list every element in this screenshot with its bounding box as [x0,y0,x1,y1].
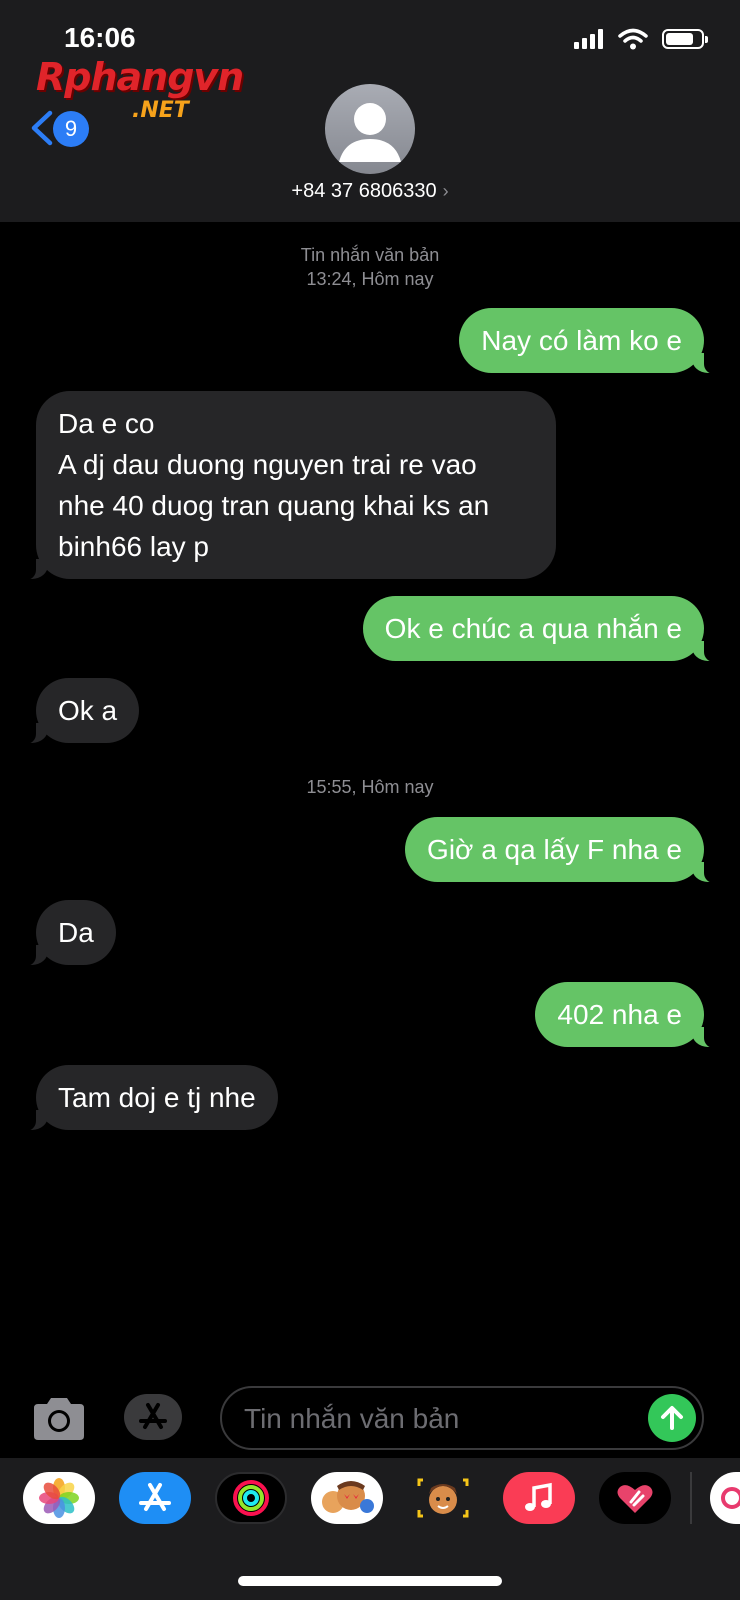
memoji-stickers-app-button[interactable] [311,1472,383,1524]
digital-touch-icon [617,1485,653,1513]
cellular-signal-icon [574,29,603,49]
unread-badge[interactable]: 9 [53,111,89,147]
home-indicator[interactable] [238,1576,502,1586]
wifi-icon [618,28,648,50]
watermark-net: .NET [132,98,189,123]
activity-app-button[interactable] [215,1472,287,1524]
incoming-message[interactable]: Da e co A dj dau duong nguyen trai re va… [22,391,556,580]
watermark-main: Rphangvn [36,55,244,99]
timestamp: 13:24, Hôm nay [306,269,434,289]
app-store-icon [139,1483,171,1511]
message-text: Ok e chúc a qua nhắn e [384,613,682,644]
memoji-stickers-icon [322,1481,374,1513]
message-text: 402 nha e [557,999,682,1030]
message-text: Nay có làm ko e [481,325,682,356]
app-store-app-button[interactable] [119,1472,191,1524]
message-input[interactable] [242,1398,626,1440]
activity-icon [233,1480,269,1516]
message-text: Ok a [58,695,118,726]
chevron-right-icon: › [442,181,449,201]
contact-name[interactable]: +84 37 6806330 › [0,180,740,203]
outgoing-message[interactable]: Giờ a qa lấy F nha e [405,817,718,883]
back-chevron-icon[interactable] [28,110,54,146]
send-button[interactable] [648,1394,696,1442]
app-store-icon [139,1403,167,1429]
conversation-header: 16:06 Rphangvn .NET 9 +84 37 6806330 › [0,0,740,222]
photos-icon [39,1478,79,1518]
music-icon [525,1482,552,1511]
status-time: 16:06 [64,22,136,53]
digital-touch-app-button[interactable] [599,1472,671,1524]
message-text: Tam doj e tj nhe [58,1082,256,1113]
watermark-logo: Rphangvn .NET [36,55,244,122]
message-type-label: Tin nhắn văn bản [300,245,440,265]
incoming-message[interactable]: Ok a [21,678,140,744]
outgoing-message[interactable]: 402 nha e [535,982,718,1048]
outgoing-message[interactable]: Ok e chúc a qua nhắn e [362,596,719,662]
person-icon [339,103,401,162]
more-apps-icon [721,1487,740,1509]
photos-app-button[interactable] [23,1472,95,1524]
timestamp: 15:55, Hôm nay [306,777,434,797]
camera-icon[interactable] [30,1396,88,1442]
message-line: Da e co [58,408,155,439]
memoji-icon [417,1478,469,1518]
message-line: A dj dau duong nguyen trai re vao [58,449,477,480]
contact-avatar[interactable] [325,84,415,174]
more-apps-button[interactable] [710,1472,740,1524]
memoji-app-button[interactable] [407,1472,479,1524]
contact-number[interactable]: +84 37 6806330 [291,180,436,202]
drawer-divider [690,1472,692,1524]
message-line: binh66 lay p [58,531,210,562]
arrow-up-icon [661,1406,683,1430]
music-app-button[interactable] [503,1472,575,1524]
outgoing-message[interactable]: Nay có làm ko e [459,308,718,374]
status-icons [574,28,708,50]
incoming-message[interactable]: Da [22,900,116,966]
message-text: Giờ a qa lấy F nha e [427,834,682,865]
app-store-button[interactable] [124,1394,182,1440]
message-text: Da [58,917,94,948]
message-line: nhe 40 duog tran quang khai ks an [58,490,490,521]
incoming-message[interactable]: Tam doj e tj nhe [22,1065,278,1131]
message-compose-field[interactable] [220,1386,704,1450]
battery-icon [662,29,708,49]
